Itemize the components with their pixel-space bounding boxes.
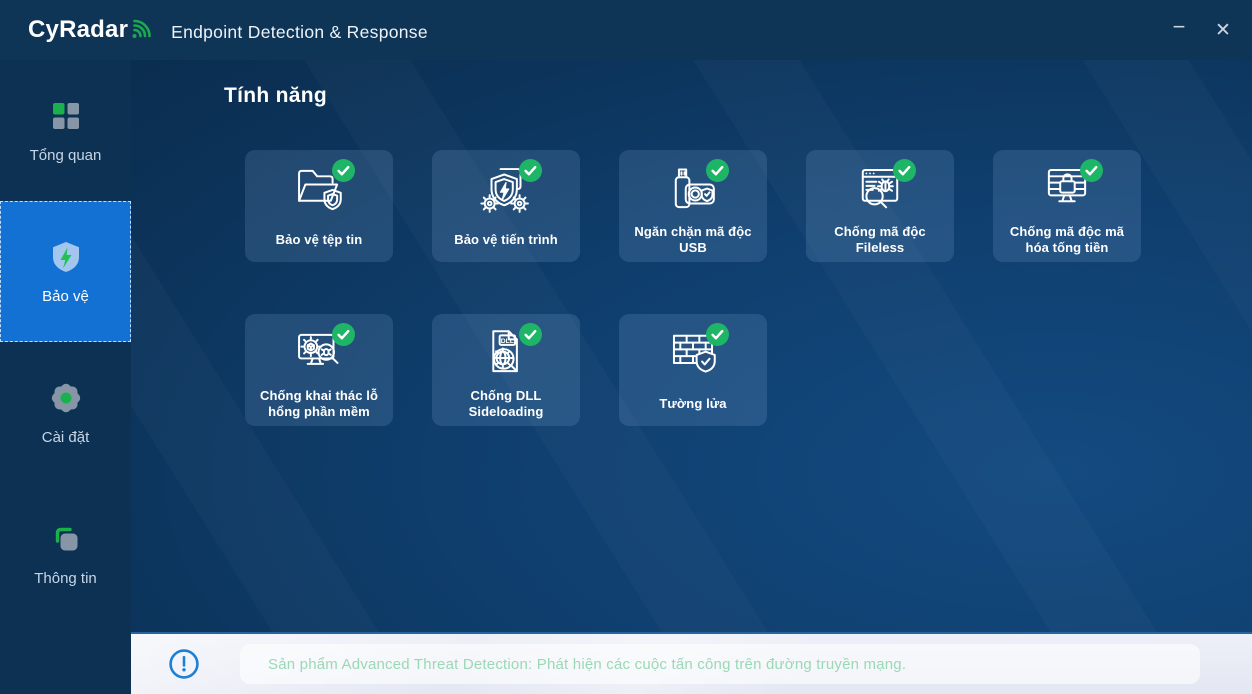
feature-card-bao-ve-tien-trinh[interactable]: Bảo vệ tiến trình — [432, 150, 580, 262]
gear-icon — [48, 380, 84, 416]
sidebar-item-cai-dat[interactable]: Cài đặt — [0, 342, 131, 483]
check-badge-icon — [893, 159, 916, 182]
title-bar: CyRadar Endpoint Detection & Response − … — [0, 0, 1252, 60]
feature-card-label: Chống mã độc Fileless — [810, 222, 950, 258]
feature-card-tuong-lua[interactable]: Tường lửa — [619, 314, 767, 426]
check-badge-icon — [706, 323, 729, 346]
sidebar-item-bao-ve[interactable]: Bảo vệ — [0, 201, 131, 342]
feature-grid: Bảo vệ tệp tin Bảo vệ tiến trình Ng — [245, 150, 1150, 426]
shield-bolt-icon — [48, 239, 84, 275]
sidebar-nav: Tổng quan Bảo vệ Cài đặt Thông tin — [0, 60, 131, 694]
sidebar-item-label: Bảo vệ — [42, 288, 89, 305]
sidebar-item-thong-tin[interactable]: Thông tin — [0, 483, 131, 624]
feature-card-chong-ma-doc-fileless[interactable]: Chống mã độc Fileless — [806, 150, 954, 262]
status-bar: Sản phẩm Advanced Threat Detection: Phát… — [131, 632, 1252, 694]
grid-icon — [48, 98, 84, 134]
check-badge-icon — [332, 159, 355, 182]
feature-card-ngan-chan-ma-doc-usb[interactable]: Ngăn chặn mã độc USB — [619, 150, 767, 262]
status-message: Sản phẩm Advanced Threat Detection: Phát… — [268, 656, 906, 673]
app-logo: CyRadar — [28, 13, 155, 47]
sidebar-item-tong-quan[interactable]: Tổng quan — [0, 60, 131, 201]
check-badge-icon — [519, 323, 542, 346]
feature-card-label: Chống mã độc mã hóa tống tiền — [997, 222, 1137, 258]
window-controls: − ✕ — [1164, 15, 1238, 45]
status-message-pill: Sản phẩm Advanced Threat Detection: Phát… — [240, 644, 1200, 684]
sidebar-item-label: Thông tin — [34, 570, 97, 587]
feature-card-chong-ransomware[interactable]: Chống mã độc mã hóa tống tiền — [993, 150, 1141, 262]
minimize-button[interactable]: − — [1164, 15, 1194, 45]
feature-card-label: Tường lửa — [657, 386, 728, 422]
info-layers-icon — [48, 521, 84, 557]
feature-card-chong-khai-thac[interactable]: Chống khai thác lỗ hổng phần mềm — [245, 314, 393, 426]
svg-text:DLL: DLL — [501, 338, 514, 345]
sidebar-item-label: Cài đặt — [42, 429, 90, 446]
feature-card-bao-ve-tep-tin[interactable]: Bảo vệ tệp tin — [245, 150, 393, 262]
check-badge-icon — [519, 159, 542, 182]
radar-signal-icon — [129, 15, 155, 46]
app-title: Endpoint Detection & Response — [171, 22, 428, 43]
sidebar-item-label: Tổng quan — [30, 147, 102, 164]
content-area: Tính năng Bảo vệ tệp tin Bảo vệ tiến trì… — [131, 60, 1252, 632]
feature-card-label: Chống khai thác lỗ hổng phần mềm — [249, 386, 389, 422]
page-title: Tính năng — [224, 84, 1252, 108]
feature-card-label: Bảo vệ tệp tin — [274, 222, 365, 258]
feature-card-label: Bảo vệ tiến trình — [452, 222, 560, 258]
feature-card-chong-dll-sideloading[interactable]: DLL Chống DLL Sideloading — [432, 314, 580, 426]
app-window: CyRadar Endpoint Detection & Response − … — [0, 0, 1252, 694]
logo-text: CyRadar — [28, 13, 128, 47]
check-badge-icon — [706, 159, 729, 182]
alert-circle-icon — [168, 648, 200, 680]
check-badge-icon — [1080, 159, 1103, 182]
close-button[interactable]: ✕ — [1208, 15, 1238, 45]
feature-card-label: Ngăn chặn mã độc USB — [623, 222, 763, 258]
feature-card-label: Chống DLL Sideloading — [436, 386, 576, 422]
check-badge-icon — [332, 323, 355, 346]
